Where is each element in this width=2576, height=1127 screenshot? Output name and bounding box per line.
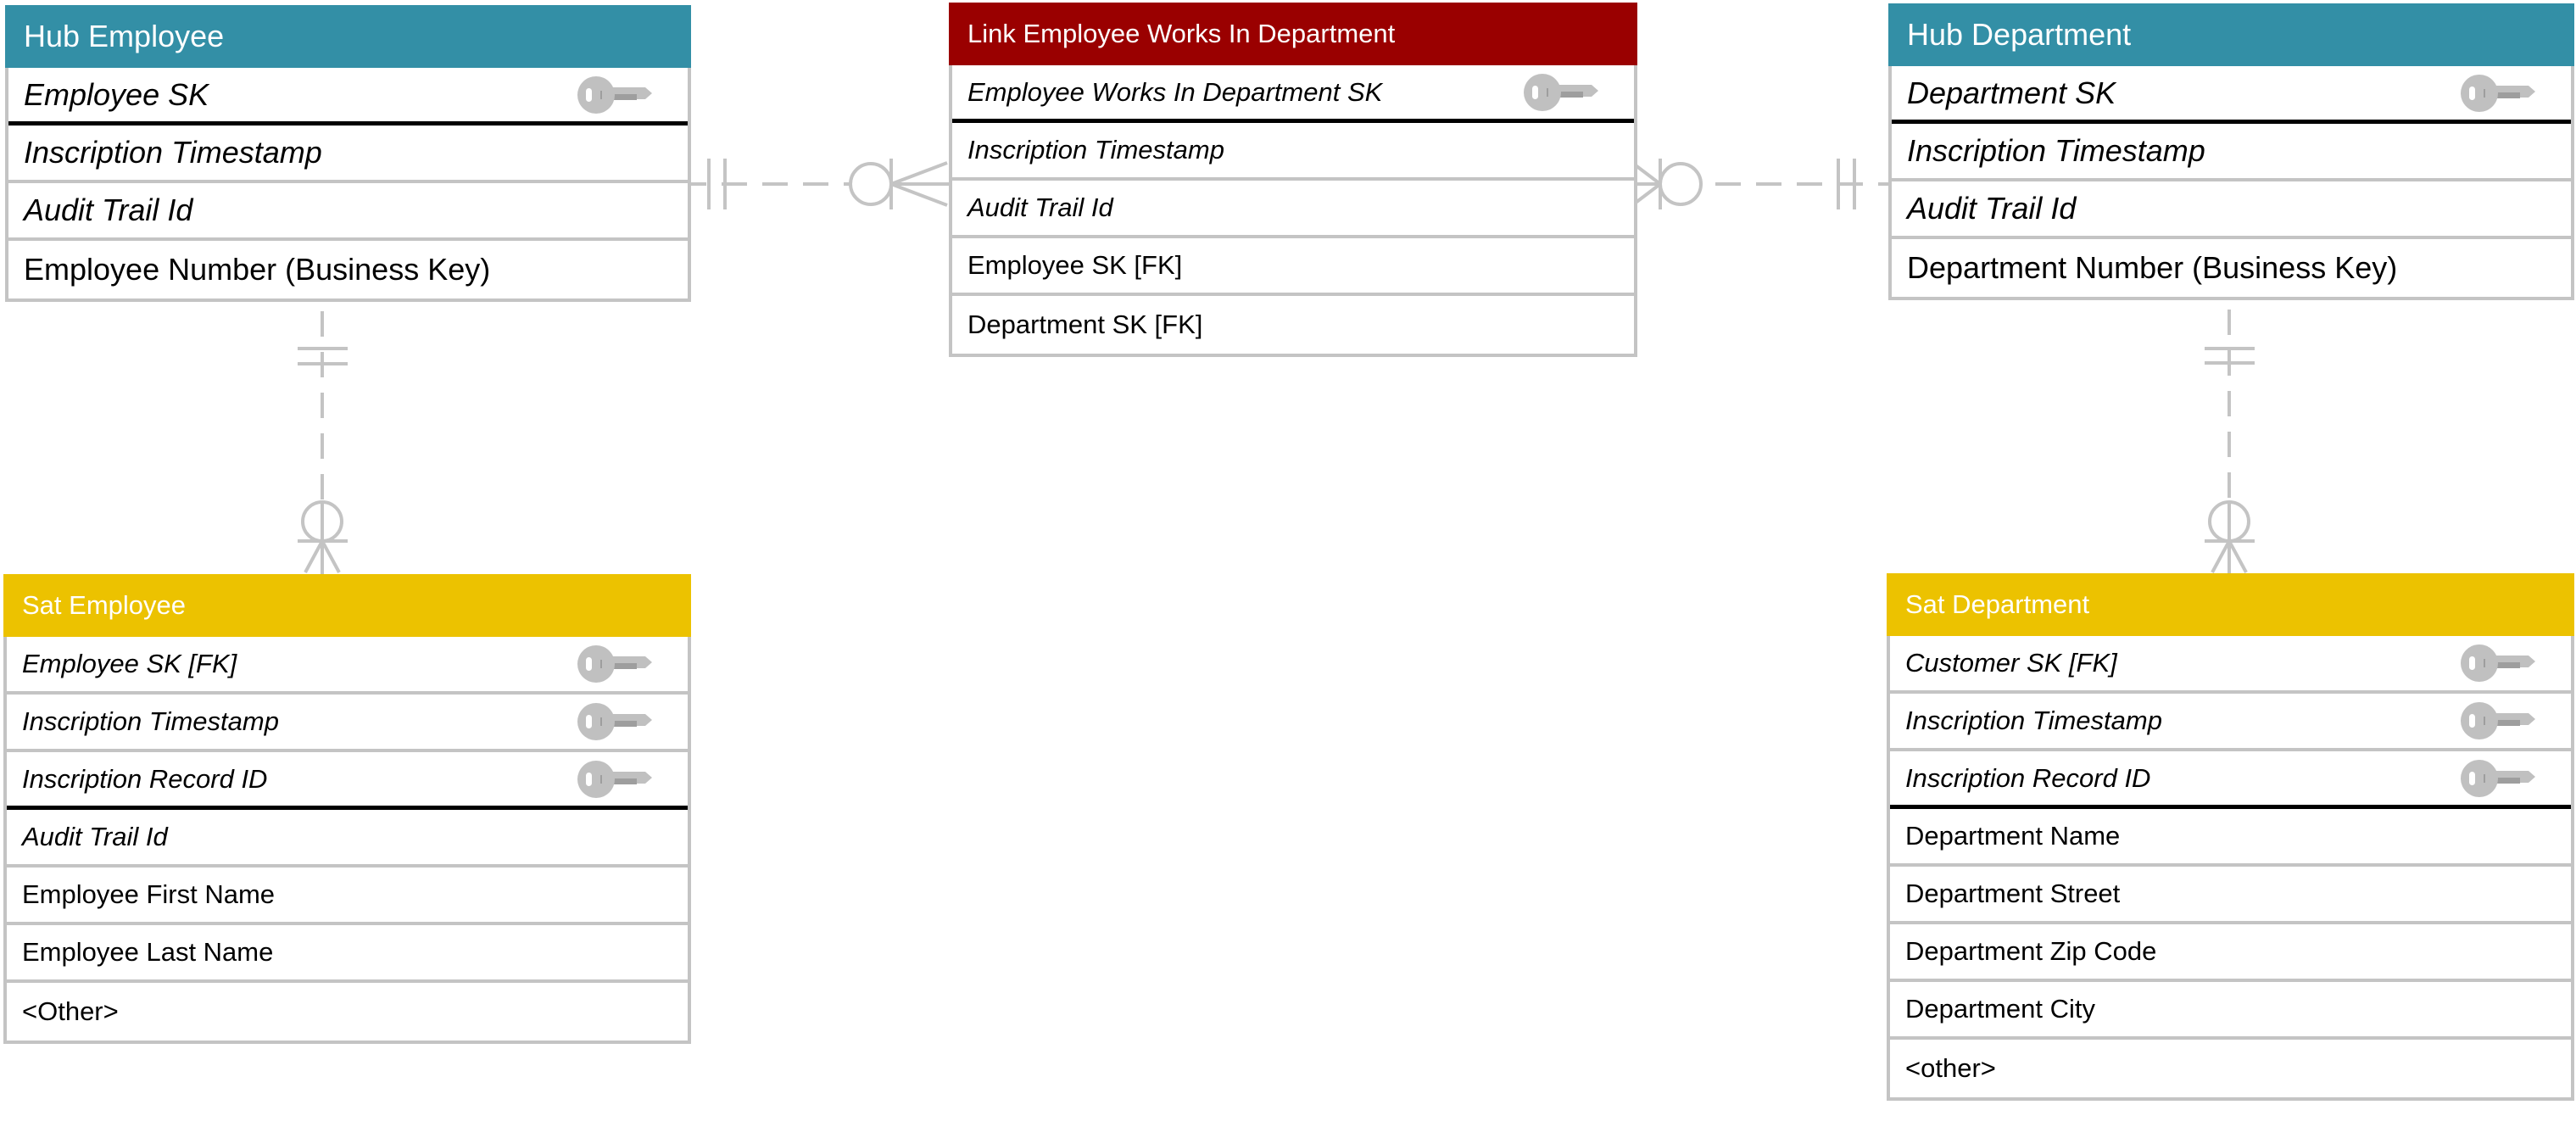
attribute-label: Audit Trail Id xyxy=(22,822,168,851)
attribute-label: Department SK xyxy=(1907,75,2116,110)
attribute-label: <other> xyxy=(1905,1053,1996,1083)
attribute-row[interactable]: Employee Last Name xyxy=(7,925,688,983)
key-icon xyxy=(577,760,654,799)
attribute-label: Department City xyxy=(1905,994,2095,1024)
attribute-label: Inscription Timestamp xyxy=(1907,133,2205,168)
entity-attributes: Employee Works In Department SK Inscripti… xyxy=(949,65,1637,357)
attribute-label: Department Zip Code xyxy=(1905,936,2157,966)
attribute-row[interactable]: Inscription Timestamp xyxy=(952,123,1634,181)
attribute-label: Employee SK xyxy=(24,76,209,112)
attribute-label: Audit Trail Id xyxy=(24,192,193,227)
attribute-row[interactable]: Audit Trail Id xyxy=(952,181,1634,238)
attribute-label: Inscription Timestamp xyxy=(1905,706,2162,735)
entity-attributes: Employee SK Inscription Timestamp Audit Tr… xyxy=(5,68,691,302)
entity-title: Hub Employee xyxy=(5,5,691,68)
attribute-label: Audit Trail Id xyxy=(967,192,1113,222)
attribute-label: Audit Trail Id xyxy=(1907,191,2077,226)
attribute-label: Employee Works In Department SK xyxy=(967,76,1383,107)
attribute-row[interactable]: Department Zip Code xyxy=(1890,924,2571,982)
relationship-hub-employee-sat-employee[interactable] xyxy=(298,311,348,581)
attribute-row[interactable]: Audit Trail Id xyxy=(8,183,688,241)
attribute-row[interactable]: Department Number (Business Key) xyxy=(1892,239,2571,297)
entity-attributes: Customer SK [FK] Inscription Timestamp Ins… xyxy=(1887,636,2574,1101)
attribute-row[interactable]: Employee Number (Business Key) xyxy=(8,241,688,298)
attribute-row[interactable]: Employee SK [FK] xyxy=(952,238,1634,296)
attribute-label: Employee SK [FK] xyxy=(967,250,1183,280)
attribute-label: Customer SK [FK] xyxy=(1905,648,2117,678)
attribute-row[interactable]: Inscription Timestamp xyxy=(1890,694,2571,751)
attribute-row[interactable]: Inscription Record ID xyxy=(7,752,688,810)
attribute-row[interactable]: Employee Works In Department SK xyxy=(952,65,1634,123)
entity-title: Hub Department xyxy=(1888,3,2574,66)
crows-foot-prong xyxy=(890,182,948,207)
entity-attributes: Department SK Inscription Timestamp Audit … xyxy=(1888,66,2574,300)
key-icon xyxy=(2461,701,2537,740)
attribute-row[interactable]: Department SK [FK] xyxy=(952,296,1634,354)
attribute-row[interactable]: Customer SK [FK] xyxy=(1890,636,2571,694)
attribute-label: Department SK [FK] xyxy=(967,310,1203,339)
entity-hub-department[interactable]: Hub Department Department SK Inscription … xyxy=(1888,3,2574,300)
attribute-label: Inscription Timestamp xyxy=(967,135,1224,165)
relationship-hub-department-sat-department[interactable] xyxy=(2205,310,2255,581)
crows-foot-prong xyxy=(304,540,324,573)
relationship-link-hub-department[interactable] xyxy=(1631,159,1888,209)
crows-foot-prong xyxy=(321,540,341,573)
attribute-label: Inscription Record ID xyxy=(22,763,268,794)
attribute-row[interactable]: Department SK xyxy=(1892,66,2571,124)
attribute-row[interactable]: Audit Trail Id xyxy=(7,810,688,868)
entity-link-employee-works-in-department[interactable]: Link Employee Works In Department Employ… xyxy=(949,3,1637,357)
key-icon xyxy=(2461,759,2537,798)
attribute-row[interactable]: Inscription Timestamp xyxy=(1892,124,2571,181)
attribute-label: Department Street xyxy=(1905,879,2121,908)
attribute-row[interactable]: Inscription Timestamp xyxy=(7,695,688,752)
crows-foot-prong xyxy=(2228,540,2248,573)
crows-foot-prong xyxy=(2211,540,2231,573)
entity-title: Sat Employee xyxy=(3,574,691,637)
key-icon xyxy=(2461,644,2537,683)
attribute-row[interactable]: Department Street xyxy=(1890,867,2571,924)
attribute-row[interactable]: Department Name xyxy=(1890,809,2571,867)
entity-sat-department[interactable]: Sat Department Customer SK [FK] Inscripti… xyxy=(1887,573,2574,1101)
key-icon xyxy=(577,75,654,114)
key-icon xyxy=(577,702,654,741)
cardinality-zero-circle xyxy=(1659,162,1703,206)
attribute-label: Inscription Record ID xyxy=(1905,762,2151,793)
attribute-label: Inscription Timestamp xyxy=(22,706,279,736)
entity-hub-employee[interactable]: Hub Employee Employee SK Inscription Time… xyxy=(5,5,691,302)
attribute-row[interactable]: Employee SK xyxy=(8,68,688,126)
attribute-label: <Other> xyxy=(22,996,119,1026)
attribute-label: Employee SK [FK] xyxy=(22,649,237,678)
attribute-label: Employee Number (Business Key) xyxy=(24,252,491,287)
attribute-row[interactable]: Audit Trail Id xyxy=(1892,181,2571,239)
attribute-label: Department Number (Business Key) xyxy=(1907,250,2398,285)
attribute-row[interactable]: Department City xyxy=(1890,982,2571,1040)
attribute-label: Department Name xyxy=(1905,821,2121,851)
key-icon xyxy=(2461,74,2537,113)
entity-title: Sat Department xyxy=(1887,573,2574,636)
key-icon xyxy=(1524,73,1600,112)
attribute-row[interactable]: <Other> xyxy=(7,983,688,1041)
attribute-row[interactable]: <other> xyxy=(1890,1040,2571,1097)
attribute-label: Employee First Name xyxy=(22,879,276,909)
crows-foot-prong xyxy=(890,161,948,186)
attribute-row[interactable]: Employee SK [FK] xyxy=(7,637,688,695)
attribute-row[interactable]: Inscription Record ID xyxy=(1890,751,2571,809)
relationship-hub-employee-link[interactable] xyxy=(681,159,949,209)
attribute-label: Inscription Timestamp xyxy=(24,135,322,170)
attribute-row[interactable]: Employee First Name xyxy=(7,868,688,925)
entity-attributes: Employee SK [FK] Inscription Timestamp Ins… xyxy=(3,637,691,1044)
key-icon xyxy=(577,644,654,683)
entity-title: Link Employee Works In Department xyxy=(949,3,1637,65)
entity-sat-employee[interactable]: Sat Employee Employee SK [FK] Inscription… xyxy=(3,574,691,1044)
attribute-row[interactable]: Inscription Timestamp xyxy=(8,126,688,183)
attribute-label: Employee Last Name xyxy=(22,937,274,967)
cardinality-zero-circle xyxy=(849,162,893,206)
